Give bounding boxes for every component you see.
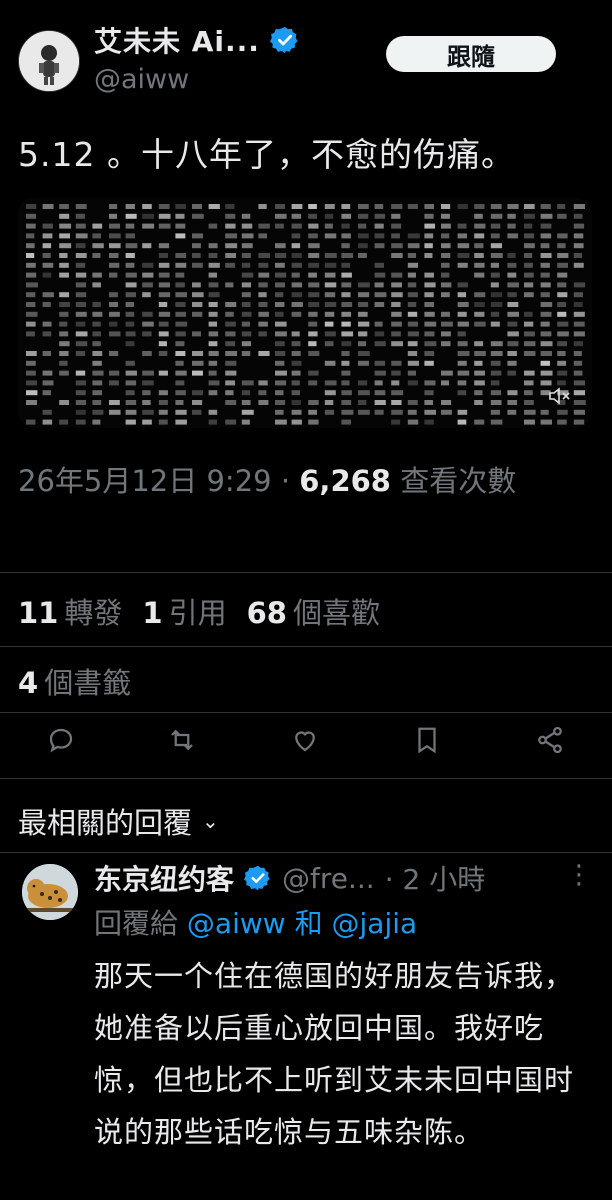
mute-icon[interactable] bbox=[548, 386, 572, 406]
reply-to-line: 回覆給 @aiww 和 @jajia bbox=[94, 902, 417, 942]
bookmarks-stat[interactable]: 4 個書籤 bbox=[18, 660, 131, 702]
reply-sort-label: 最相關的回覆 bbox=[18, 806, 193, 840]
views-label: 查看次數 bbox=[390, 464, 517, 498]
author-name[interactable]: 艾未未 Ai... bbox=[94, 20, 260, 60]
reply-to-and: 和 bbox=[294, 907, 323, 940]
reply-avatar[interactable] bbox=[22, 864, 78, 920]
retweets-label: 轉發 bbox=[64, 596, 123, 630]
verified-badge-icon bbox=[244, 865, 270, 891]
tweet-meta: 26年5月12日 9:29 · 6,268 查看次數 bbox=[18, 452, 598, 510]
likes-count: 68 bbox=[246, 596, 287, 630]
retweets-stat[interactable]: 11 轉發 bbox=[18, 590, 122, 632]
reply-header: 东京纽约客 @fre... · 2 小時 bbox=[94, 858, 485, 898]
like-icon[interactable] bbox=[290, 725, 320, 755]
divider bbox=[0, 778, 612, 779]
divider bbox=[0, 712, 612, 713]
more-options-icon[interactable]: ⋮ bbox=[566, 860, 592, 890]
bookmarks-label: 個書籤 bbox=[44, 666, 132, 700]
avatar-image bbox=[19, 31, 79, 91]
share-icon[interactable] bbox=[535, 725, 565, 755]
reply-time[interactable]: · 2 小時 bbox=[385, 858, 486, 898]
author-name-row: 艾未未 Ai... bbox=[94, 20, 300, 60]
divider bbox=[0, 852, 612, 853]
mention-link[interactable]: @aiww bbox=[187, 907, 286, 940]
author-avatar[interactable] bbox=[18, 30, 80, 92]
reply-to-prefix: 回覆給 bbox=[94, 907, 179, 940]
chevron-down-icon: ⌄ bbox=[202, 809, 219, 833]
video-frame bbox=[26, 204, 586, 425]
likes-label: 個喜歡 bbox=[292, 596, 380, 630]
likes-stat[interactable]: 68 個喜歡 bbox=[247, 590, 380, 632]
tweet-video[interactable] bbox=[18, 198, 592, 428]
reply-author-name[interactable]: 东京纽约客 bbox=[94, 858, 234, 898]
author-handle[interactable]: @aiww bbox=[94, 64, 189, 95]
bookmark-icon[interactable] bbox=[412, 725, 442, 755]
reply-author-handle[interactable]: @fre... bbox=[282, 862, 375, 895]
engagement-stats: 11 轉發 1 引用 68 個喜歡 bbox=[18, 590, 380, 632]
quotes-label: 引用 bbox=[168, 596, 227, 630]
divider bbox=[0, 646, 612, 647]
reply-text: 那天一个住在德国的好朋友告诉我，她准备以后重心放回中国。我好吃惊，但也比不上听到… bbox=[94, 959, 575, 1149]
retweet-icon[interactable] bbox=[167, 725, 197, 755]
bookmarks-count: 4 bbox=[18, 666, 39, 700]
divider bbox=[0, 572, 612, 573]
reply-icon[interactable] bbox=[46, 725, 76, 755]
tweet-date[interactable]: 26年5月12日 9:29 · bbox=[18, 464, 299, 498]
leopard-avatar-image bbox=[22, 864, 78, 920]
reply-sort-dropdown[interactable]: 最相關的回覆 ⌄ bbox=[18, 800, 219, 842]
action-bar bbox=[0, 725, 612, 765]
quotes-stat[interactable]: 1 引用 bbox=[142, 590, 226, 632]
verified-badge-icon bbox=[269, 26, 298, 54]
mention-link[interactable]: @jajia bbox=[332, 907, 418, 940]
follow-button[interactable]: 跟隨 bbox=[386, 36, 556, 72]
retweets-count: 11 bbox=[18, 596, 59, 630]
quotes-count: 1 bbox=[142, 596, 163, 630]
tweet-text: 5.12 。十八年了，不愈的伤痛。 bbox=[18, 135, 515, 174]
views-count: 6,268 bbox=[299, 464, 391, 498]
